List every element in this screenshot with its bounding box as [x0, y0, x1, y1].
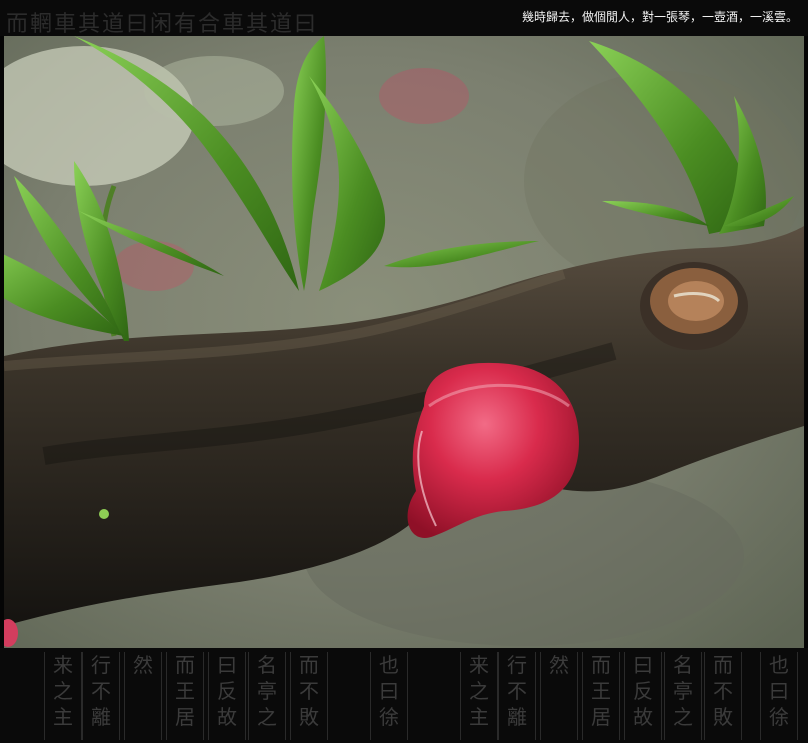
- calligraphy-column: 名亭之: [248, 652, 286, 740]
- calligraphy-column: 而王居: [582, 652, 620, 740]
- calligraphy-column: 曰反故: [624, 652, 662, 740]
- calligraphy-column: 也曰徐: [370, 652, 408, 740]
- calligraphy-column: 行不離: [498, 652, 536, 740]
- top-calligraphy-watermark: 而輞車其道曰闲有合車其道曰: [6, 12, 319, 36]
- calligraphy-column: 然: [124, 652, 162, 740]
- blossom-illustration: [4, 36, 804, 648]
- top-band: 而輞車其道曰闲有合車其道曰 幾時歸去，做個閒人，對一張琴，一壺酒，一溪雲。: [0, 0, 808, 36]
- calligraphy-column: 曰反故: [208, 652, 246, 740]
- poem-caption: 幾時歸去，做個閒人，對一張琴，一壺酒，一溪雲。: [521, 10, 798, 24]
- calligraphy-column: 而不敗: [290, 652, 328, 740]
- calligraphy-column: 行不離: [82, 652, 120, 740]
- calligraphy-column: 也曰徐: [760, 652, 798, 740]
- photo-frame: 而輞車其道曰闲有合車其道曰 幾時歸去，做個閒人，對一張琴，一壺酒，一溪雲。 来之…: [0, 0, 808, 743]
- calligraphy-column: 来之主: [460, 652, 498, 740]
- calligraphy-column: 名亭之: [664, 652, 702, 740]
- calligraphy-column: 然: [540, 652, 578, 740]
- calligraphy-column: 来之主: [44, 652, 82, 740]
- bottom-calligraphy-columns: 来之主 行不離 然 而王居 曰反故 名亭之 而不敗 也曰徐 来之主 行不離 然 …: [0, 648, 808, 743]
- bottom-band: 来之主 行不離 然 而王居 曰反故 名亭之 而不敗 也曰徐 来之主 行不離 然 …: [0, 648, 808, 743]
- calligraphy-column: 而不敗: [704, 652, 742, 740]
- blossom-photo: [4, 36, 804, 648]
- calligraphy-column: 而王居: [166, 652, 204, 740]
